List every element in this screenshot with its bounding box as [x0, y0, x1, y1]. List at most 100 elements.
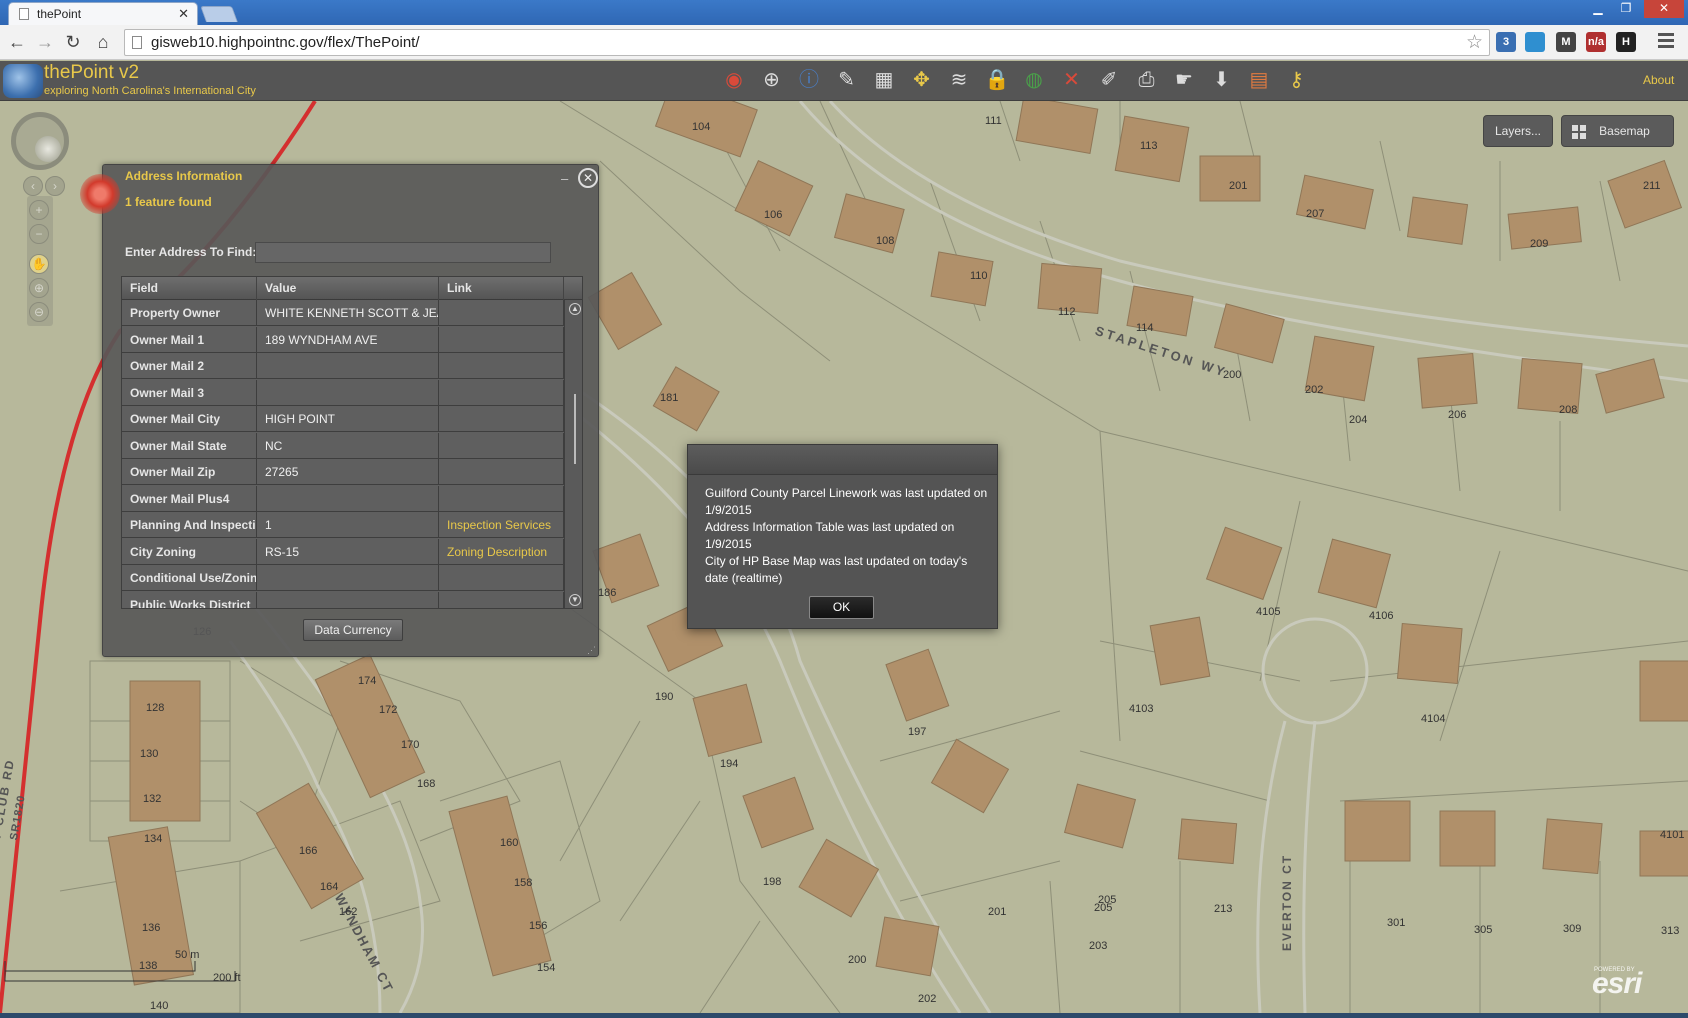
table-row[interactable]: Property Owner WHITE KENNETH SCOTT & JEAN — [122, 300, 564, 326]
table-row[interactable]: Owner Mail City HIGH POINT — [122, 406, 564, 432]
close-window-icon[interactable]: ✕ — [1644, 0, 1684, 18]
message-line-basemap: City of HP Base Map was last updated on … — [705, 554, 968, 585]
lock-icon[interactable]: 🔒 — [985, 68, 1010, 92]
find-address-input[interactable] — [255, 242, 551, 263]
minimize-icon[interactable]: ▁ — [1584, 0, 1612, 18]
pointer-icon[interactable]: ☛ — [1172, 68, 1196, 92]
table-scrollbar[interactable]: ▲ ▼ — [564, 300, 582, 608]
scroll-down-icon[interactable]: ▼ — [569, 594, 581, 606]
house-number-label: 194 — [720, 758, 739, 770]
navigate-icon[interactable]: ✥ — [910, 68, 934, 92]
cell-link — [439, 406, 564, 432]
data-currency-dialog: Guilford County Parcel Linework was last… — [687, 444, 998, 629]
app-title: thePoint v2 — [44, 62, 140, 83]
forward-icon[interactable]: → — [34, 31, 56, 53]
hover-ext-icon[interactable]: H — [1616, 32, 1636, 52]
zoom-in-box-icon[interactable]: ⊕ — [29, 278, 49, 298]
table-icon[interactable]: ▦ — [872, 68, 896, 92]
house-number-label: 172 — [379, 704, 398, 716]
basemap-button[interactable]: Basemap — [1561, 115, 1674, 147]
url-text[interactable]: gisweb10.highpointnc.gov/flex/ThePoint/ — [151, 34, 420, 51]
close-panel-icon[interactable]: ✕ — [578, 168, 598, 188]
reload-icon[interactable]: ↻ — [62, 31, 84, 53]
house-number-label: 132 — [143, 793, 162, 805]
download-icon[interactable]: ⬇ — [1210, 68, 1234, 92]
table-row[interactable]: Conditional Use/Zoning — [122, 565, 564, 591]
house-number-label: 158 — [514, 877, 533, 889]
bookmark-star-icon[interactable]: ☆ — [1466, 31, 1483, 54]
zoom-out-icon[interactable]: − — [29, 224, 49, 244]
pan-hand-icon[interactable]: ✋ — [29, 254, 49, 274]
table-row[interactable]: City Zoning RS-15 Zoning Description — [122, 538, 564, 565]
browser-tab[interactable]: thePoint ✕ — [8, 2, 198, 25]
previous-extent-icon[interactable]: ‹ — [23, 176, 43, 196]
browser-tab-bar: thePoint ✕ ▁ ❐ ✕ — [0, 0, 1688, 25]
address-bar[interactable]: gisweb10.highpointnc.gov/flex/ThePoint/ … — [124, 29, 1490, 56]
table-row[interactable]: Owner Mail 1 189 WYNDHAM AVE — [122, 326, 564, 353]
zoom-in-icon[interactable]: + — [29, 200, 49, 220]
next-extent-icon[interactable]: › — [45, 176, 65, 196]
table-row[interactable]: Owner Mail Zip 27265 — [122, 459, 564, 485]
table-row[interactable]: Owner Mail 2 — [122, 353, 564, 379]
house-number-label: 201 — [1229, 180, 1248, 192]
key-icon[interactable]: ⚷ — [1285, 68, 1309, 92]
full-extent-icon[interactable] — [35, 136, 61, 162]
print-icon[interactable]: ⎙ — [1135, 68, 1159, 92]
measure-icon[interactable]: ✕ — [1060, 68, 1084, 92]
house-number-label: 106 — [764, 209, 783, 221]
about-link[interactable]: About — [1643, 73, 1674, 87]
ok-button[interactable]: OK — [809, 596, 874, 619]
zoom-slider[interactable]: + − ✋ ⊕ ⊖ — [27, 196, 53, 326]
resize-grip-icon[interactable]: ⋰ — [587, 645, 596, 655]
home-icon[interactable]: ⌂ — [92, 31, 114, 53]
cell-link[interactable]: Zoning Description — [439, 538, 564, 565]
find-address-label: Enter Address To Find: — [125, 245, 257, 259]
house-number-label: 4105 — [1256, 606, 1281, 618]
new-tab-button[interactable] — [200, 6, 238, 22]
table-row[interactable]: Owner Mail Plus4 — [122, 485, 564, 512]
table-row[interactable]: Planning And Inspection 1 Inspection Servi… — [122, 512, 564, 538]
info-icon[interactable]: ⓘ — [797, 68, 821, 92]
document-icon[interactable]: ▤ — [1247, 68, 1271, 92]
restore-icon[interactable]: ❐ — [1612, 0, 1640, 18]
globe-icon[interactable]: ◍ — [1022, 68, 1046, 92]
house-number-label: 208 — [1559, 404, 1578, 416]
dialog-title-bar — [688, 445, 997, 475]
cell-field: Planning And Inspection — [122, 512, 257, 538]
page-icon — [132, 36, 142, 49]
crosshair-icon[interactable]: ⊕ — [760, 68, 784, 92]
cell-field: Public Works District — [122, 591, 257, 608]
search-ext-icon[interactable]: 3 — [1496, 32, 1516, 52]
identify-icon[interactable]: ◉ — [722, 68, 746, 92]
cell-link[interactable]: Inspection Services — [439, 512, 564, 538]
wappalyzer-ext-icon[interactable]: n/a — [1586, 32, 1606, 52]
column-header-link[interactable]: Link — [439, 277, 564, 300]
layers-stack-icon[interactable]: ≋ — [947, 68, 971, 92]
gmail-ext-icon[interactable]: M — [1556, 32, 1576, 52]
cell-value — [257, 485, 439, 512]
house-number-label: 181 — [660, 392, 679, 404]
house-number-label: 4103 — [1129, 703, 1154, 715]
house-number-label: 4104 — [1421, 713, 1446, 725]
column-header-value[interactable]: Value — [257, 277, 439, 300]
table-row[interactable]: Public Works District — [122, 591, 564, 608]
zoom-out-box-icon[interactable]: ⊖ — [29, 302, 49, 322]
basemap-grid-icon — [1572, 125, 1586, 139]
scrollbar-thumb[interactable] — [574, 394, 576, 464]
menu-icon[interactable] — [1658, 33, 1674, 51]
back-icon[interactable]: ← — [6, 31, 28, 53]
pan-control[interactable] — [11, 112, 69, 170]
scroll-up-icon[interactable]: ▲ — [569, 303, 581, 315]
tools-ext-icon[interactable] — [1525, 32, 1545, 52]
minimize-panel-icon[interactable]: – — [561, 171, 573, 186]
house-number-label: 110 — [970, 270, 988, 282]
layers-button[interactable]: Layers... — [1483, 115, 1553, 147]
table-row[interactable]: Owner Mail State NC — [122, 432, 564, 459]
close-tab-icon[interactable]: ✕ — [178, 6, 189, 22]
pencil-icon[interactable]: ✐ — [1097, 68, 1121, 92]
table-row[interactable]: Owner Mail 3 — [122, 379, 564, 406]
draw-icon[interactable]: ✎ — [835, 68, 859, 92]
column-header-field[interactable]: Field — [122, 277, 257, 300]
logo-icon — [3, 64, 43, 98]
data-currency-button[interactable]: Data Currency — [303, 619, 403, 641]
